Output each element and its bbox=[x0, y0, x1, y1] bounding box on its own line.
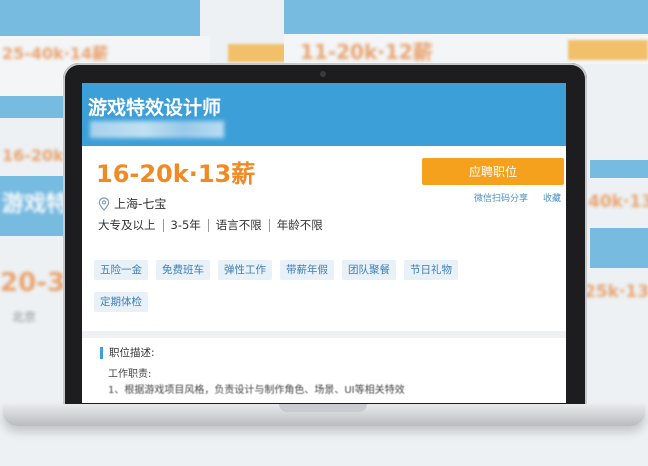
job-description-heading: 职位描述: bbox=[100, 345, 155, 360]
job-requirements: 大专及以上 3-5年 语言不限 年龄不限 bbox=[98, 219, 330, 232]
benefit-tags: 五险一金 免费班车 弹性工作 带薪年假 团队聚餐 节日礼物定期体检 bbox=[94, 258, 494, 322]
apply-button[interactable]: 应聘职位 bbox=[422, 158, 564, 185]
location-text: 上海-七宝 bbox=[114, 197, 167, 211]
benefit-tag: 五险一金 bbox=[94, 260, 148, 280]
wechat-share-link[interactable]: 微信扫码分享 bbox=[474, 191, 528, 204]
section-title: 职位描述: bbox=[109, 347, 155, 359]
section-divider bbox=[82, 331, 566, 338]
camera-icon bbox=[320, 71, 326, 77]
requirement-education: 大专及以上 bbox=[98, 218, 156, 232]
requirement-experience: 3-5年 bbox=[162, 219, 208, 232]
benefit-tag: 节日礼物 bbox=[404, 260, 458, 280]
job-location: 上海-七宝 bbox=[98, 195, 166, 212]
map-pin-icon bbox=[98, 196, 110, 211]
collect-link[interactable]: 收藏 bbox=[543, 191, 561, 204]
benefit-tag: 带薪年假 bbox=[280, 260, 334, 280]
requirement-age: 年龄不限 bbox=[268, 219, 330, 232]
duty-item: 1、根据游戏项目风格，负责设计与制作角色、场景、UI等相关特效 bbox=[108, 385, 405, 396]
section-marker bbox=[100, 346, 103, 359]
benefit-tag: 弹性工作 bbox=[218, 260, 272, 280]
laptop-notch bbox=[279, 404, 367, 412]
benefit-tag: 团队聚餐 bbox=[342, 260, 396, 280]
salary: 16-20k·13薪 bbox=[96, 160, 256, 188]
job-summary: 16-20k·13薪 应聘职位 微信扫码分享 收藏 上海-七宝 大专及以上 3-… bbox=[82, 146, 566, 331]
job-title: 游戏特效设计师 bbox=[88, 97, 222, 119]
requirement-language: 语言不限 bbox=[207, 219, 269, 232]
duties-label: 工作职责: bbox=[108, 369, 152, 380]
benefit-tag: 免费班车 bbox=[156, 260, 210, 280]
benefit-tag: 定期体检 bbox=[94, 292, 148, 312]
company-name-blurred bbox=[90, 121, 224, 138]
job-header: 游戏特效设计师 bbox=[82, 83, 566, 146]
laptop-screen: 游戏特效设计师 16-20k·13薪 应聘职位 微信扫码分享 收藏 上海-七宝 … bbox=[82, 83, 566, 403]
